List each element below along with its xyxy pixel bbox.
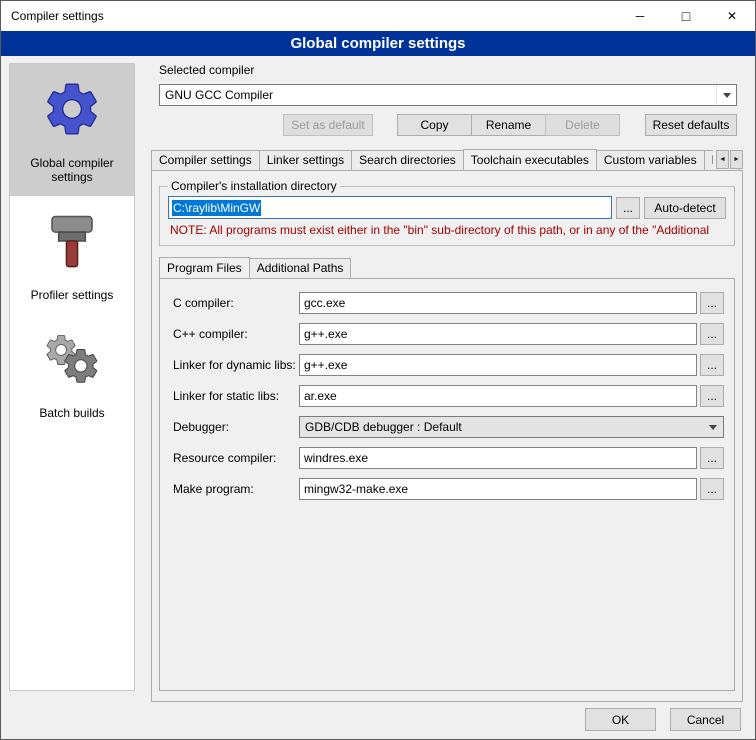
- resource-compiler-label: Resource compiler:: [173, 451, 299, 465]
- debugger-label: Debugger:: [173, 420, 299, 434]
- sidebar-item-profiler-settings[interactable]: Profiler settings: [10, 196, 134, 314]
- blue-gear-icon: [13, 74, 131, 144]
- cpp-compiler-row: C++ compiler: ...: [173, 323, 724, 345]
- static-linker-browse-button[interactable]: ...: [700, 385, 724, 407]
- resource-compiler-input[interactable]: [299, 447, 697, 469]
- sidebar-item-label: Global compiler settings: [13, 156, 131, 184]
- installation-directory-group-title: Compiler's installation directory: [168, 179, 340, 193]
- titlebar: Compiler settings ─ □ ✕: [1, 1, 755, 31]
- dynamic-linker-label: Linker for dynamic libs:: [173, 358, 299, 372]
- compiler-combobox-value: GNU GCC Compiler: [160, 88, 716, 102]
- rename-button[interactable]: Rename: [471, 114, 546, 136]
- chevron-down-icon: [716, 85, 736, 105]
- dialog-header: Global compiler settings: [1, 31, 755, 56]
- installation-directory-row: C:\raylib\MinGW ... Auto-detect: [168, 196, 726, 219]
- cpp-compiler-browse-button[interactable]: ...: [700, 323, 724, 345]
- settings-sidebar: Global compiler settings Profiler settin…: [9, 63, 135, 691]
- tab-search-directories[interactable]: Search directories: [351, 150, 464, 170]
- minimize-button[interactable]: ─: [617, 1, 663, 31]
- dynamic-linker-row: Linker for dynamic libs: ...: [173, 354, 724, 376]
- program-files-panel: C compiler: ... C++ compiler: ... Linker…: [159, 278, 735, 691]
- static-linker-row: Linker for static libs: ...: [173, 385, 724, 407]
- make-program-input[interactable]: [299, 478, 697, 500]
- tab-toolchain-executables[interactable]: Toolchain executables: [463, 149, 597, 170]
- installation-directory-input[interactable]: C:\raylib\MinGW: [168, 196, 612, 219]
- reset-defaults-button[interactable]: Reset defaults: [645, 114, 737, 136]
- compiler-settings-window: Compiler settings ─ □ ✕ Global compiler …: [0, 0, 756, 740]
- dialog-footer: OK Cancel: [585, 708, 741, 731]
- sidebar-item-label: Batch builds: [13, 406, 131, 420]
- make-program-browse-button[interactable]: ...: [700, 478, 724, 500]
- chevron-down-icon: [703, 417, 723, 437]
- sidebar-item-global-compiler-settings[interactable]: Global compiler settings: [10, 64, 134, 196]
- gray-gears-icon: [13, 324, 131, 394]
- tab-linker-settings[interactable]: Linker settings: [259, 150, 352, 170]
- tab-scroll-right-button[interactable]: ►: [730, 150, 743, 169]
- c-compiler-row: C compiler: ...: [173, 292, 724, 314]
- maximize-button[interactable]: □: [663, 1, 709, 31]
- make-program-label: Make program:: [173, 482, 299, 496]
- compiler-actions: Set as default Copy Rename Delete Reset …: [159, 114, 737, 136]
- note-text: NOTE: All programs must exist either in …: [170, 223, 724, 237]
- cpp-compiler-label: C++ compiler:: [173, 327, 299, 341]
- tab-compiler-settings[interactable]: Compiler settings: [151, 150, 260, 170]
- installation-directory-value: C:\raylib\MinGW: [172, 200, 261, 216]
- ok-button[interactable]: OK: [585, 708, 656, 731]
- program-files-tabstrip: Program Files Additional Paths: [159, 256, 735, 278]
- subtab-program-files[interactable]: Program Files: [159, 257, 250, 278]
- window-controls: ─ □ ✕: [617, 1, 755, 31]
- delete-button[interactable]: Delete: [545, 114, 620, 136]
- cancel-button[interactable]: Cancel: [670, 708, 741, 731]
- c-compiler-input[interactable]: [299, 292, 697, 314]
- tab-scroll-buttons: ◄ ►: [713, 150, 743, 169]
- subtab-additional-paths[interactable]: Additional Paths: [249, 258, 352, 278]
- static-linker-label: Linker for static libs:: [173, 389, 299, 403]
- dynamic-linker-input[interactable]: [299, 354, 697, 376]
- installation-directory-browse-button[interactable]: ...: [616, 197, 640, 219]
- settings-tabstrip: Compiler settings Linker settings Search…: [151, 148, 743, 170]
- close-button[interactable]: ✕: [709, 1, 755, 31]
- installation-directory-group: Compiler's installation directory C:\ray…: [159, 179, 735, 246]
- static-linker-input[interactable]: [299, 385, 697, 407]
- resource-compiler-row: Resource compiler: ...: [173, 447, 724, 469]
- window-title: Compiler settings: [1, 9, 104, 23]
- debugger-combobox-value: GDB/CDB debugger : Default: [300, 420, 703, 434]
- main-panel: Selected compiler GNU GCC Compiler Set a…: [151, 61, 743, 702]
- debugger-combobox[interactable]: GDB/CDB debugger : Default: [299, 416, 724, 438]
- profiler-icon: [13, 206, 131, 276]
- sidebar-item-batch-builds[interactable]: Batch builds: [10, 314, 134, 432]
- set-as-default-button[interactable]: Set as default: [283, 114, 373, 136]
- resource-compiler-browse-button[interactable]: ...: [700, 447, 724, 469]
- auto-detect-button[interactable]: Auto-detect: [644, 197, 726, 219]
- cpp-compiler-input[interactable]: [299, 323, 697, 345]
- c-compiler-browse-button[interactable]: ...: [700, 292, 724, 314]
- c-compiler-label: C compiler:: [173, 296, 299, 310]
- toolchain-tab-panel: Compiler's installation directory C:\ray…: [151, 170, 743, 702]
- make-program-row: Make program: ...: [173, 478, 724, 500]
- tab-scroll-left-button[interactable]: ◄: [716, 150, 729, 169]
- compiler-combobox[interactable]: GNU GCC Compiler: [159, 84, 737, 106]
- selected-compiler-label: Selected compiler: [159, 63, 743, 77]
- copy-button[interactable]: Copy: [397, 114, 472, 136]
- sidebar-item-label: Profiler settings: [13, 288, 131, 302]
- tab-custom-variables[interactable]: Custom variables: [596, 150, 705, 170]
- debugger-row: Debugger: GDB/CDB debugger : Default: [173, 416, 724, 438]
- dynamic-linker-browse-button[interactable]: ...: [700, 354, 724, 376]
